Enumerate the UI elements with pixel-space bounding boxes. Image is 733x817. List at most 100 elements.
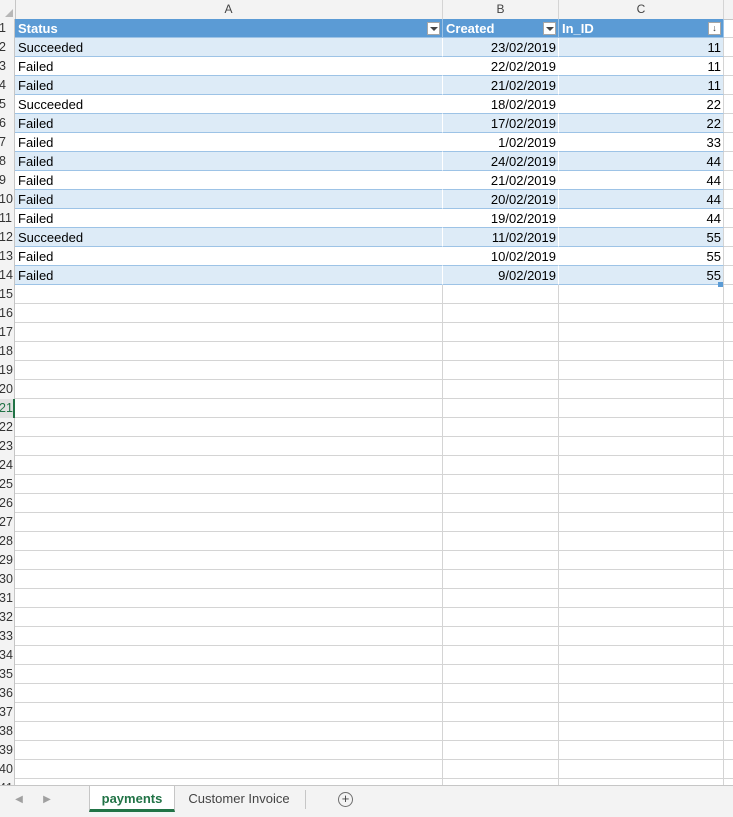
empty-cell[interactable] [724,152,733,171]
empty-cell[interactable] [15,437,443,456]
table-cell[interactable]: 55 [559,266,724,285]
empty-cell[interactable] [443,703,559,722]
empty-cell[interactable] [15,475,443,494]
empty-cell[interactable] [15,570,443,589]
empty-cell[interactable] [724,171,733,190]
empty-cell[interactable] [724,247,733,266]
empty-cell[interactable] [15,684,443,703]
empty-cell[interactable] [724,684,733,703]
row-header[interactable]: 22 [0,418,15,437]
empty-cell[interactable] [15,627,443,646]
empty-cell[interactable] [443,722,559,741]
table-cell[interactable]: 22 [559,95,724,114]
empty-cell[interactable] [559,608,724,627]
table-header-cell[interactable]: In_ID [559,19,724,38]
empty-cell[interactable] [15,323,443,342]
empty-cell[interactable] [724,494,733,513]
table-cell[interactable]: 24/02/2019 [443,152,559,171]
empty-cell[interactable] [15,418,443,437]
empty-cell[interactable] [559,437,724,456]
empty-cell[interactable] [15,361,443,380]
table-cell[interactable]: 44 [559,152,724,171]
empty-cell[interactable] [559,380,724,399]
empty-cell[interactable] [724,570,733,589]
empty-cell[interactable] [724,437,733,456]
row-header[interactable]: 28 [0,532,15,551]
empty-cell[interactable] [559,722,724,741]
table-cell[interactable]: 33 [559,133,724,152]
empty-cell[interactable] [724,76,733,95]
table-cell[interactable]: 9/02/2019 [443,266,559,285]
empty-cell[interactable] [724,551,733,570]
empty-cell[interactable] [724,608,733,627]
row-header[interactable]: 8 [0,152,15,171]
empty-cell[interactable] [559,285,724,304]
empty-cell[interactable] [724,38,733,57]
empty-cell[interactable] [724,760,733,779]
empty-cell[interactable] [724,418,733,437]
row-header[interactable]: 9 [0,171,15,190]
empty-cell[interactable] [443,513,559,532]
table-cell[interactable]: 21/02/2019 [443,76,559,95]
empty-cell[interactable] [559,361,724,380]
empty-cell[interactable] [443,665,559,684]
row-header[interactable]: 14 [0,266,15,285]
empty-cell[interactable] [724,646,733,665]
empty-cell[interactable] [443,342,559,361]
row-header[interactable]: 18 [0,342,15,361]
table-cell[interactable]: Failed [15,152,443,171]
empty-cell[interactable] [15,741,443,760]
empty-cell[interactable] [443,646,559,665]
empty-cell[interactable] [724,380,733,399]
empty-cell[interactable] [559,494,724,513]
empty-cell[interactable] [15,608,443,627]
empty-cell[interactable] [559,532,724,551]
empty-cell[interactable] [15,304,443,323]
row-header[interactable]: 25 [0,475,15,494]
empty-cell[interactable] [724,532,733,551]
empty-cell[interactable] [724,722,733,741]
row-header[interactable]: 19 [0,361,15,380]
empty-cell[interactable] [559,342,724,361]
empty-cell[interactable] [559,703,724,722]
sheet-tab-payments[interactable]: payments [89,786,175,812]
row-header[interactable]: 27 [0,513,15,532]
row-header[interactable]: 10 [0,190,15,209]
empty-cell[interactable] [724,627,733,646]
sheet-tab-customer-invoice[interactable]: Customer Invoice [176,786,302,812]
table-cell[interactable]: Succeeded [15,228,443,247]
row-header[interactable]: 40 [0,760,15,779]
row-header[interactable]: 37 [0,703,15,722]
table-header-cell[interactable]: Created [443,19,559,38]
empty-cell[interactable] [724,133,733,152]
table-cell[interactable]: 11 [559,57,724,76]
table-cell[interactable]: 18/02/2019 [443,95,559,114]
table-cell[interactable]: 23/02/2019 [443,38,559,57]
row-header[interactable]: 3 [0,57,15,76]
row-header[interactable]: 21 [0,399,15,418]
empty-cell[interactable] [724,304,733,323]
table-cell[interactable]: Succeeded [15,38,443,57]
empty-cell[interactable] [724,475,733,494]
empty-cell[interactable] [559,399,724,418]
empty-cell[interactable] [443,608,559,627]
empty-cell[interactable] [724,342,733,361]
table-cell[interactable]: 22/02/2019 [443,57,559,76]
table-resize-handle[interactable] [718,282,723,287]
table-cell[interactable]: 55 [559,228,724,247]
empty-cell[interactable] [15,646,443,665]
empty-cell[interactable] [15,513,443,532]
row-header[interactable]: 16 [0,304,15,323]
empty-cell[interactable] [443,627,559,646]
empty-cell[interactable] [559,665,724,684]
empty-cell[interactable] [724,323,733,342]
column-header-b[interactable]: B [443,0,559,19]
table-cell[interactable]: Succeeded [15,95,443,114]
table-cell[interactable]: 44 [559,209,724,228]
empty-cell[interactable] [559,551,724,570]
add-sheet-icon[interactable]: + [338,792,353,807]
table-cell[interactable]: Failed [15,171,443,190]
table-header-cell[interactable]: Status [15,19,443,38]
empty-cell[interactable] [15,494,443,513]
empty-cell[interactable] [724,361,733,380]
